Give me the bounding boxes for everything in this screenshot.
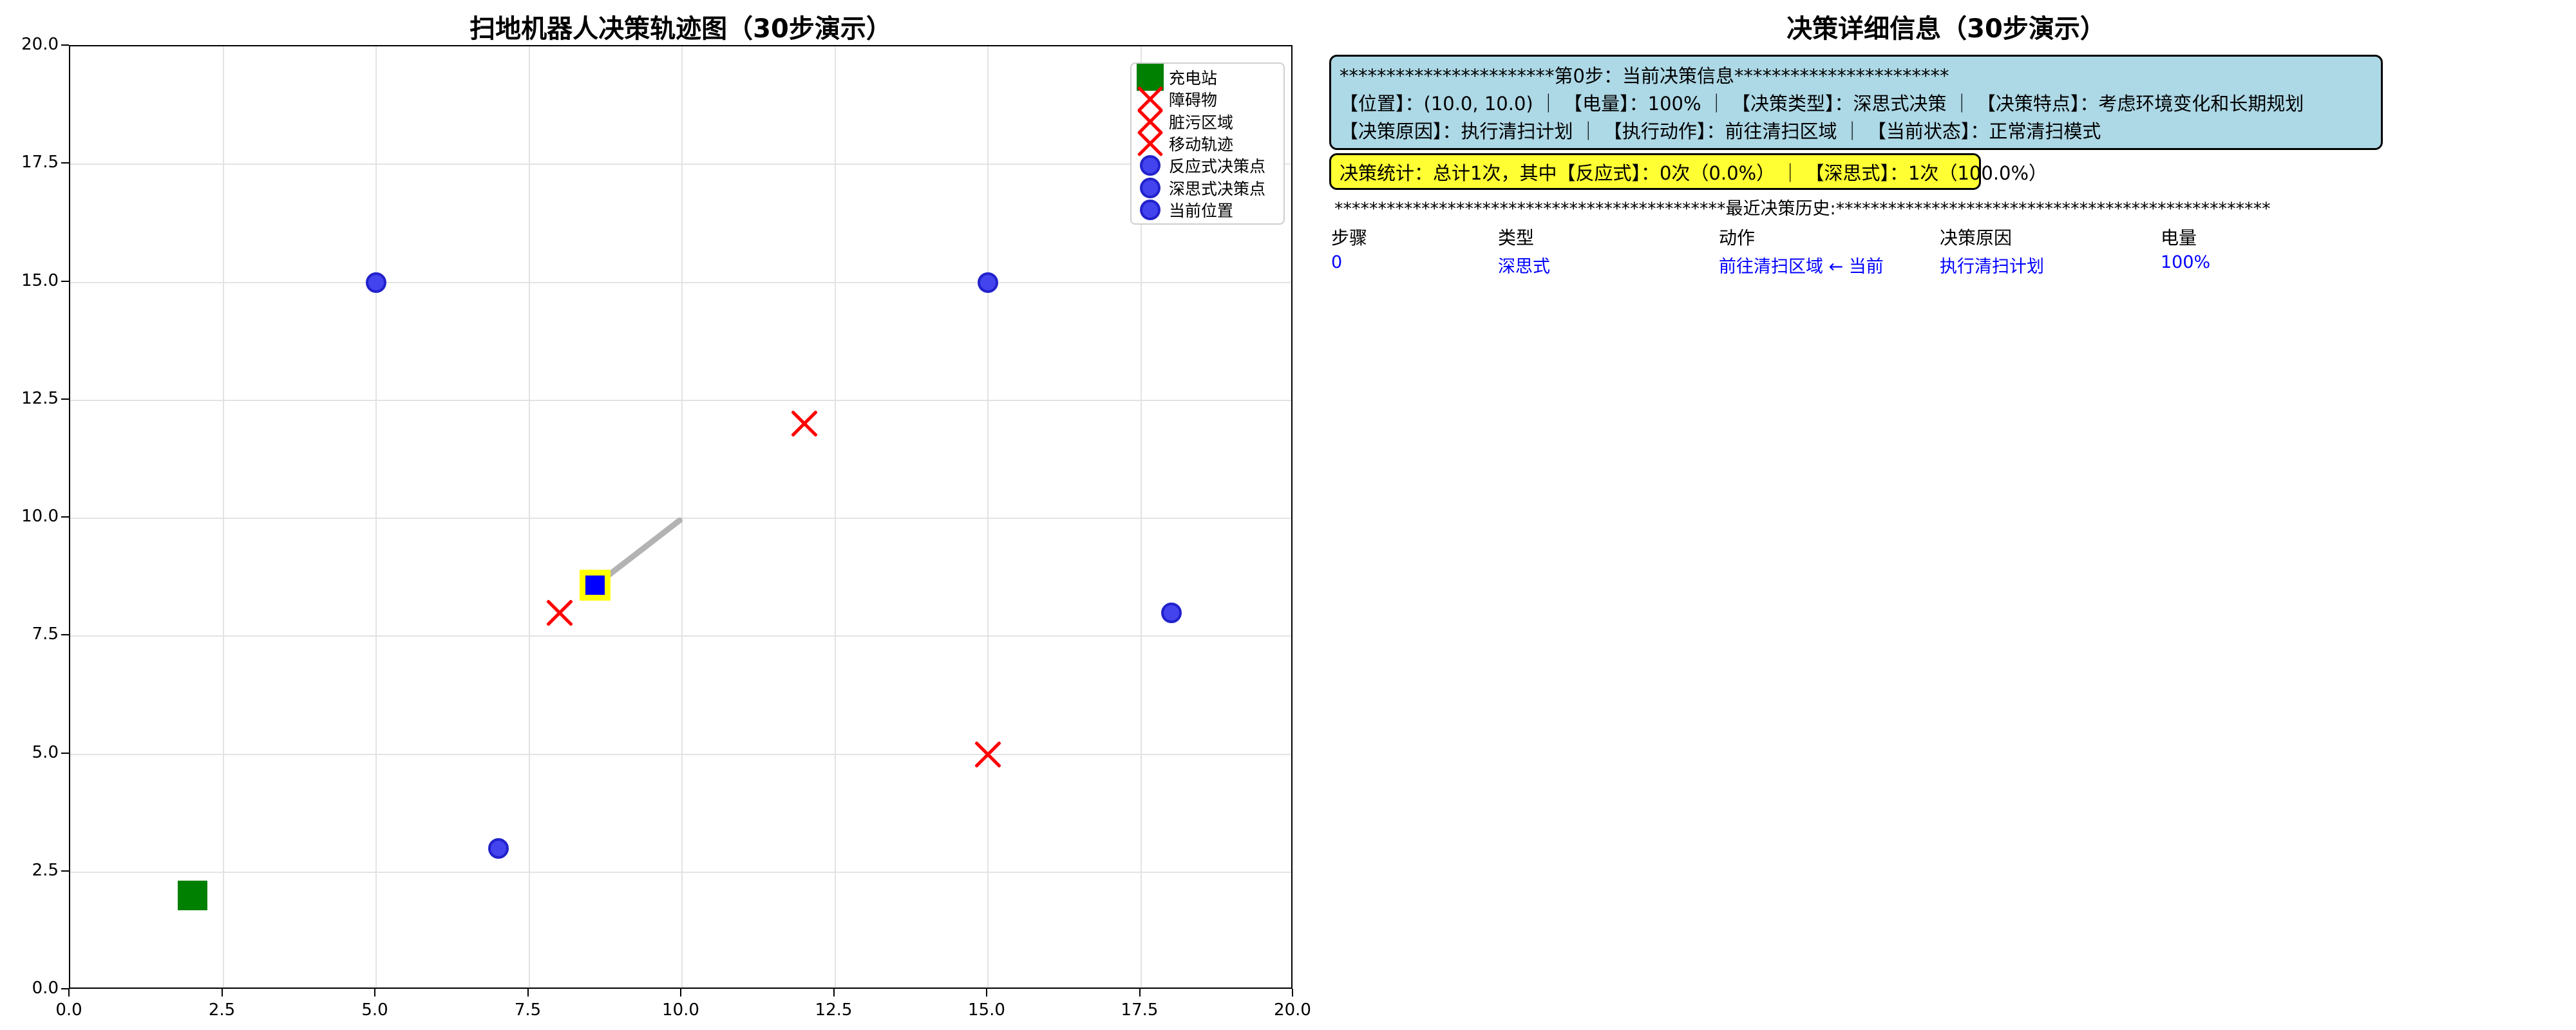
plot-area: 充电站 障碍物 脏污区域 移动轨迹 反应式决策点 (69, 45, 1293, 989)
gridline (529, 46, 530, 988)
marker-decision-point (488, 838, 509, 859)
gridline (70, 282, 1291, 283)
history-col-header: 动作 (1719, 224, 1755, 250)
trajectory-chart: 扫地机器人决策轨迹图（30步演示） 充电站 障碍物 脏污区域 移动轨迹 (0, 0, 1327, 1030)
x-tick (833, 989, 835, 997)
current-position-icon (1132, 200, 1169, 220)
y-tick (61, 44, 69, 46)
x-tick (68, 989, 70, 997)
x-tick (222, 989, 223, 997)
x-tick (680, 989, 681, 997)
x-tick-label: 12.5 (789, 1000, 879, 1020)
x-tick-label: 2.5 (177, 1000, 267, 1020)
marker-decision-point (366, 272, 386, 293)
info-line-1: ***********************第0步：当前决策信息*******… (1340, 61, 2372, 88)
legend-item: 脏污区域 (1132, 111, 1283, 133)
marker-current-position (580, 570, 611, 601)
gridline (375, 46, 377, 988)
x-tick-label: 7.5 (483, 1000, 573, 1020)
marker-decision-point (978, 272, 998, 293)
y-tick-label: 2.5 (7, 861, 59, 880)
marker-charging-station (178, 881, 207, 910)
gridline (223, 46, 224, 988)
history-row: 0 深思式 前往清扫区域 ← 当前 执行清扫计划 100% (1329, 252, 2563, 278)
x-tick (374, 989, 375, 997)
y-tick-label: 7.5 (7, 624, 59, 644)
x-tick (986, 989, 987, 997)
y-tick (61, 988, 69, 989)
marker-dirty-area (547, 600, 573, 626)
gridline (70, 635, 1291, 637)
gridline (70, 400, 1291, 401)
legend-item: 移动轨迹 (1132, 133, 1283, 154)
marker-obstacle (791, 411, 817, 436)
y-tick-label: 20.0 (7, 35, 59, 54)
legend-item: 反应式决策点 (1132, 154, 1283, 176)
decision-stats-text: 决策统计：总计1次，其中【反应式】：0次（0.0%） ｜ 【深思式】：1次（10… (1340, 158, 2047, 185)
reactive-point-icon (1132, 155, 1169, 176)
marker-obstacle (975, 742, 1001, 767)
x-tick-label: 20.0 (1247, 1000, 1338, 1020)
x-tick-label: 5.0 (330, 1000, 420, 1020)
history-cell: 执行清扫计划 (1940, 252, 2044, 277)
x-tick (1292, 989, 1293, 997)
gridline (70, 164, 1291, 165)
y-tick (61, 870, 69, 872)
y-tick (61, 162, 69, 164)
x-tick (1139, 989, 1141, 997)
current-decision-info-box: ***********************第0步：当前决策信息*******… (1329, 55, 2383, 150)
history-cell: 深思式 (1498, 252, 1550, 277)
y-tick (61, 634, 69, 635)
chart-title: 扫地机器人决策轨迹图（30步演示） (69, 8, 1293, 45)
legend-item: 充电站 (1132, 66, 1283, 88)
marker-decision-point (1161, 603, 1182, 623)
x-tick-label: 0.0 (24, 1000, 114, 1020)
deliberative-point-icon (1132, 178, 1169, 198)
history-col-header: 步骤 (1331, 224, 1367, 250)
history-col-header: 电量 (2161, 224, 2197, 250)
figure: 扫地机器人决策轨迹图（30步演示） 充电站 障碍物 脏污区域 移动轨迹 (0, 0, 2576, 1030)
info-line-3: 【决策原因】：执行清扫计划 ｜ 【执行动作】：前往清扫区域 ｜ 【当前状态】：正… (1340, 117, 2372, 144)
decision-info-panel: 决策详细信息（30步演示） ***********************第0步… (1327, 0, 2576, 1030)
history-table-rows: 0 深思式 前往清扫区域 ← 当前 执行清扫计划 100% (1329, 252, 2563, 278)
history-header: ****************************************… (1334, 194, 2271, 220)
y-tick-label: 12.5 (7, 389, 59, 408)
legend-item: 当前位置 (1132, 199, 1283, 221)
y-tick (61, 516, 69, 518)
gridline (70, 754, 1291, 755)
history-col-header: 类型 (1498, 224, 1534, 250)
info-line-2: 【位置】：(10.0, 10.0) ｜ 【电量】：100% ｜ 【决策类型】：深… (1340, 89, 2372, 116)
history-cell: 100% (2161, 252, 2210, 272)
x-tick (527, 989, 529, 997)
decision-stats-box: 决策统计：总计1次，其中【反应式】：0次（0.0%） ｜ 【深思式】：1次（10… (1329, 153, 1981, 190)
x-tick-label: 10.0 (636, 1000, 726, 1020)
x-tick-label: 17.5 (1095, 1000, 1185, 1020)
trajectory-icon (1132, 131, 1169, 156)
legend: 充电站 障碍物 脏污区域 移动轨迹 反应式决策点 (1130, 62, 1285, 225)
y-tick-label: 17.5 (7, 153, 59, 172)
y-tick (61, 398, 69, 400)
history-cell: 前往清扫区域 ← 当前 (1719, 252, 1884, 277)
history-cell: 0 (1331, 252, 1342, 272)
y-tick-label: 0.0 (7, 979, 59, 998)
panel-title: 决策详细信息（30步演示） (1329, 8, 2563, 45)
history-col-header: 决策原因 (1940, 224, 2012, 250)
y-tick-label: 5.0 (7, 743, 59, 762)
y-tick-label: 15.0 (7, 271, 59, 290)
gridline (835, 46, 836, 988)
history-table-header: 步骤 类型 动作 决策原因 电量 (1329, 224, 2563, 247)
y-tick-label: 10.0 (7, 507, 59, 526)
x-tick-label: 15.0 (942, 1000, 1032, 1020)
y-tick (61, 281, 69, 282)
gridline (681, 46, 683, 988)
gridline (987, 46, 989, 988)
y-tick (61, 753, 69, 754)
gridline (70, 872, 1291, 873)
legend-item: 障碍物 (1132, 88, 1283, 110)
legend-item: 深思式决策点 (1132, 177, 1283, 199)
